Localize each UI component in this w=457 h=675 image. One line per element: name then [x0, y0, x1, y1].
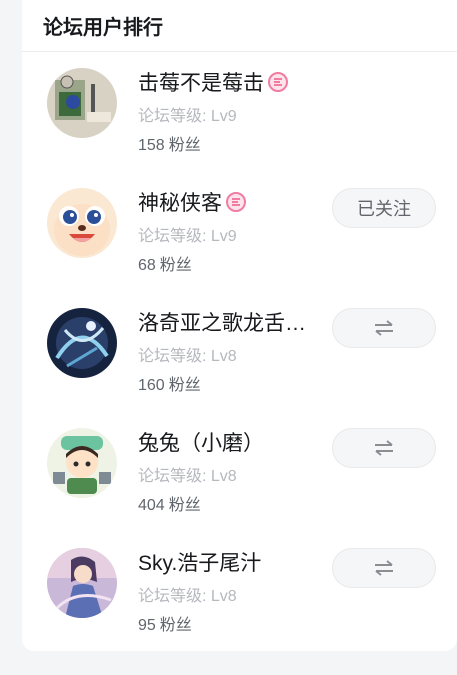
user-name-line: Sky.浩子尾汁	[138, 545, 261, 579]
user-name[interactable]: 击莓不是莓击	[138, 67, 264, 97]
user-level: 论坛等级: Lv8	[138, 588, 237, 605]
user-level: 论坛等级: Lv8	[138, 468, 237, 485]
creator-badge-icon	[268, 72, 288, 92]
user-avatar[interactable]	[47, 308, 117, 378]
user-avatar[interactable]	[47, 548, 117, 618]
swap-arrows-icon	[375, 320, 393, 336]
user-row: 洛奇亚之歌龙舌… 论坛等级: Lv8 160 粉丝	[22, 308, 457, 428]
user-name[interactable]: 洛奇亚之歌龙舌…	[138, 307, 306, 337]
swap-button[interactable]	[332, 548, 436, 588]
user-avatar[interactable]	[47, 68, 117, 138]
swap-arrows-icon	[375, 560, 393, 576]
forum-ranking-panel: 论坛用户排行 击莓不是莓击 论坛等级: Lv9 158 粉丝 神秘侠客 论坛等级…	[22, 0, 457, 651]
swap-arrows-icon	[375, 440, 393, 456]
creator-badge-icon	[226, 192, 246, 212]
user-fans: 404 粉丝	[138, 497, 201, 514]
user-avatar[interactable]	[47, 428, 117, 498]
followed-button[interactable]: 已关注	[332, 188, 436, 228]
user-name-line: 洛奇亚之歌龙舌…	[138, 305, 306, 339]
user-fans: 158 粉丝	[138, 137, 201, 154]
user-name[interactable]: Sky.浩子尾汁	[138, 547, 261, 577]
user-row: 兔兔（小磨） 论坛等级: Lv8 404 粉丝	[22, 428, 457, 548]
user-level: 论坛等级: Lv8	[138, 348, 237, 365]
swap-button[interactable]	[332, 428, 436, 468]
user-fans: 160 粉丝	[138, 377, 201, 394]
user-row: 击莓不是莓击 论坛等级: Lv9 158 粉丝	[22, 68, 457, 188]
user-fans: 95 粉丝	[138, 617, 192, 634]
user-name-line: 兔兔（小磨）	[138, 425, 264, 459]
user-avatar[interactable]	[47, 188, 117, 258]
user-name-line: 击莓不是莓击	[138, 65, 288, 99]
user-level: 论坛等级: Lv9	[138, 108, 237, 125]
user-fans: 68 粉丝	[138, 257, 192, 274]
user-row: 神秘侠客 论坛等级: Lv9 68 粉丝 已关注	[22, 188, 457, 308]
user-level: 论坛等级: Lv9	[138, 228, 237, 245]
panel-title: 论坛用户排行	[43, 17, 163, 39]
panel-header: 论坛用户排行	[22, 0, 457, 52]
user-row: Sky.浩子尾汁 论坛等级: Lv8 95 粉丝	[22, 548, 457, 668]
user-name[interactable]: 兔兔（小磨）	[138, 427, 264, 457]
swap-button[interactable]	[332, 308, 436, 348]
user-name-line: 神秘侠客	[138, 185, 246, 219]
user-name[interactable]: 神秘侠客	[138, 187, 222, 217]
